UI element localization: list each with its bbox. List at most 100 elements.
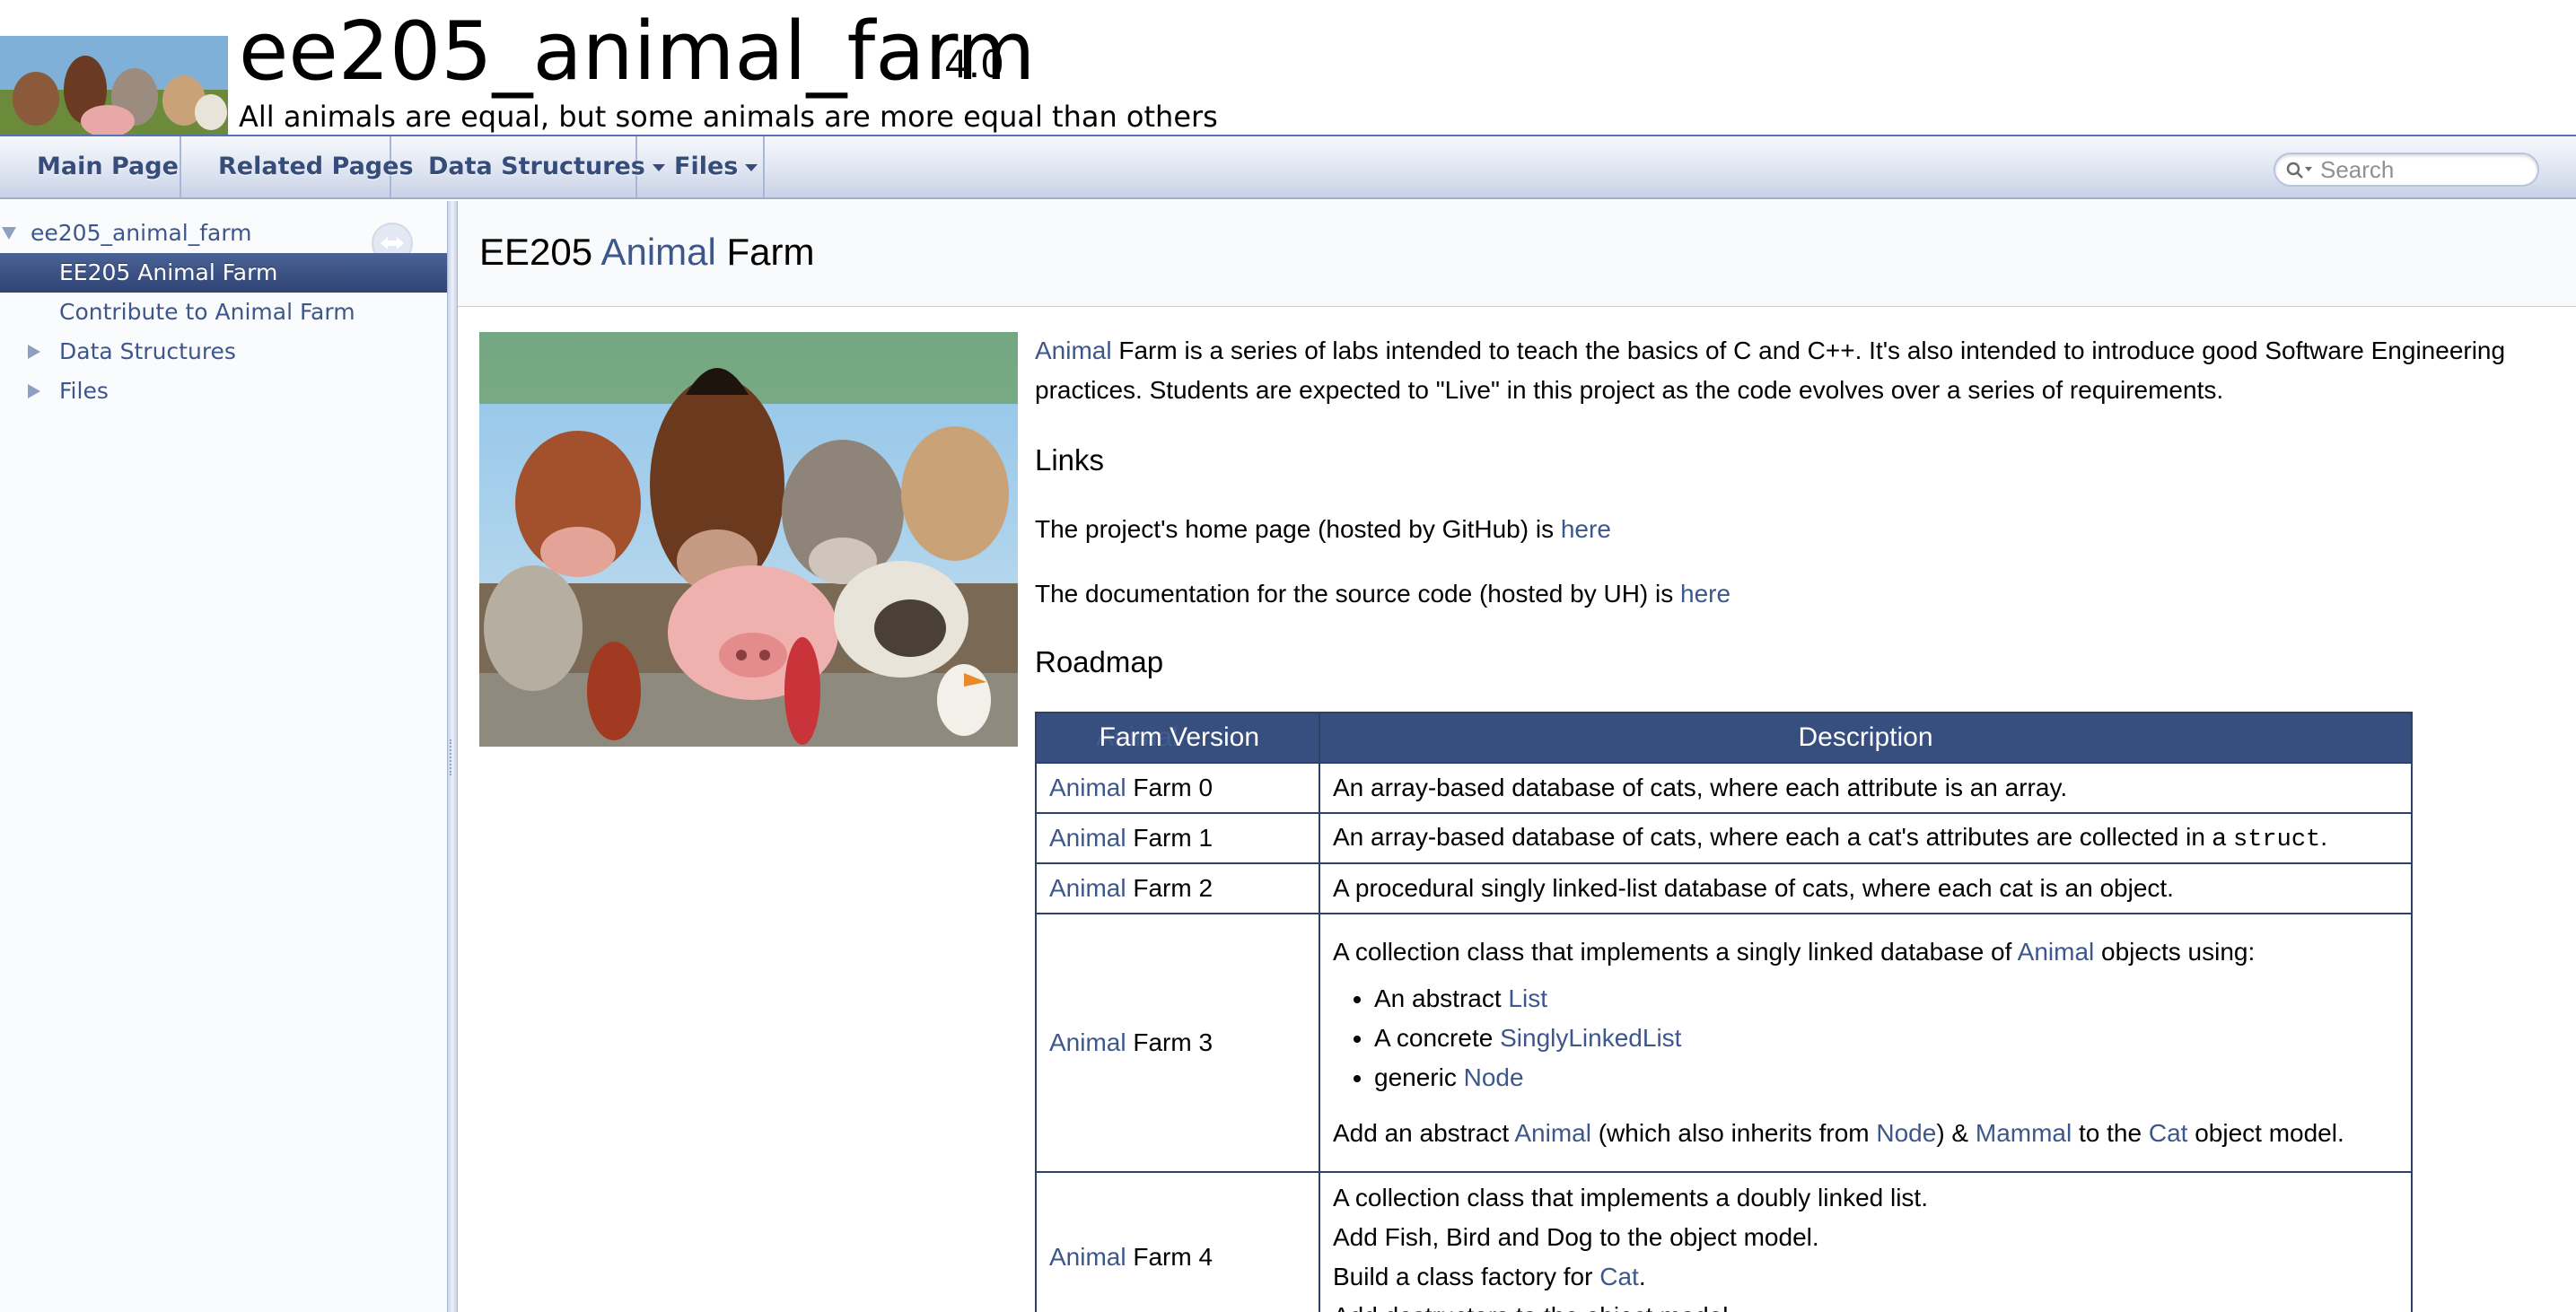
home-page-text: The project's home page (hosted by GitHu… (1035, 515, 1561, 543)
expand-arrow-icon[interactable] (28, 345, 40, 359)
tree-item-files[interactable]: Files (0, 372, 447, 411)
links-heading: Links (1035, 443, 1105, 477)
navigation-tree: ee205_animal_farm EE205 Animal Farm Cont… (0, 201, 447, 1312)
description-text: ) & (1936, 1119, 1976, 1147)
animal-link[interactable]: Animal (1049, 874, 1126, 902)
description-line: A collection class that implements a dou… (1333, 1184, 1928, 1211)
description-cell: A procedural singly linked-list database… (1319, 862, 2413, 914)
version-cell: Animal Farm 0 (1035, 762, 1320, 814)
version-cell: Animal Farm 1 (1035, 812, 1320, 864)
animal-link[interactable]: Animal (1049, 824, 1126, 852)
project-name: ee205_animal_farm (239, 4, 1036, 99)
tree-item-label: Data Structures (59, 338, 236, 364)
project-number: 4.0 (944, 42, 1004, 86)
version-text: Farm 0 (1126, 774, 1214, 801)
nav-main-page-label: Main Page (37, 153, 179, 180)
search-input[interactable] (2320, 156, 2527, 183)
search-box (2274, 153, 2539, 187)
project-logo (0, 36, 228, 135)
search-icon[interactable] (2286, 162, 2315, 179)
description-text: . (1638, 1263, 1646, 1290)
docs-paragraph: The documentation for the source code (h… (1035, 574, 1730, 614)
home-page-link[interactable]: here (1561, 515, 1611, 543)
description-line: Add Fish, Bird and Dog to the object mod… (1333, 1223, 1819, 1251)
description-text: (which also inherits from (1590, 1119, 1877, 1147)
version-cell: Animal Farm 4 (1035, 1171, 1320, 1312)
version-cell: Animal Farm 3 (1035, 913, 1320, 1173)
mammal-link[interactable]: Mammal (1976, 1119, 2072, 1147)
intro-line-1: Animal Farm is a series of labs intended… (1035, 331, 2505, 371)
tree-item-root-label: ee205_animal_farm (31, 220, 252, 246)
page-header: EE205 Animal Farm (458, 201, 2576, 307)
description-text: Add an abstract (1333, 1119, 1515, 1147)
bullet-list: An abstract List A concrete SinglyLinked… (1374, 979, 2398, 1098)
singly-linked-list-link[interactable]: SinglyLinkedList (1500, 1024, 1681, 1052)
animal-link[interactable]: Animal (1049, 1243, 1126, 1271)
cat-link[interactable]: Cat (2149, 1119, 2188, 1147)
table-row: Animal Farm 0 An array-based database of… (1035, 762, 2413, 814)
column-header-description: Description (1319, 712, 2413, 764)
animal-link[interactable]: Animal (1514, 1119, 1591, 1147)
tree-item-root[interactable]: ee205_animal_farm (0, 214, 447, 264)
description-cell: A collection class that implements a sin… (1319, 913, 2413, 1173)
table-row: Animal Farm 4 A collection class that im… (1035, 1171, 2413, 1312)
expand-arrow-icon[interactable] (28, 384, 40, 398)
intro-text: Farm is a series of labs intended to tea… (1111, 337, 2506, 364)
resize-grip (450, 739, 455, 775)
node-link[interactable]: Node (1876, 1119, 1936, 1147)
list-item: A concrete SinglyLinkedList (1374, 1019, 2398, 1058)
animal-link[interactable]: Animal (1049, 774, 1126, 801)
nav-data-structures[interactable]: Data Structures (391, 136, 665, 197)
bullet-text: An abstract (1374, 984, 1509, 1012)
description-text: to the (2072, 1119, 2149, 1147)
tree-item-contribute[interactable]: Contribute to Animal Farm (0, 293, 447, 332)
chevron-down-icon (745, 163, 758, 171)
description-intro: A collection class that implements a sin… (1333, 932, 2398, 972)
animal-link[interactable]: Animal (600, 231, 715, 273)
nav-related-pages[interactable]: Related Pages (181, 136, 414, 197)
list-class-link[interactable]: List (1508, 984, 1547, 1012)
title-text: EE205 (479, 231, 601, 273)
description-text: . (2320, 822, 2328, 851)
sidebar-resize-handle[interactable] (447, 201, 458, 1312)
main-nav-bar: Main Page Related Pages Data Structures … (0, 136, 2576, 199)
version-text: Farm 4 (1126, 1243, 1214, 1271)
roadmap-table: AnimalFarm Version Description Animal Fa… (1035, 712, 2413, 1312)
description-line: Add destructors to the object model. (1333, 1297, 2398, 1312)
table-row: Animal Farm 2 A procedural singly linked… (1035, 862, 2413, 914)
animal-link[interactable]: Animal (1049, 1028, 1126, 1056)
description-cell: An array-based database of cats, where e… (1319, 812, 2413, 864)
cat-link[interactable]: Cat (1599, 1263, 1639, 1290)
page-title: EE205 Animal Farm (479, 229, 815, 276)
description-text: Build a class factory for (1333, 1263, 1600, 1290)
expand-arrow-icon[interactable] (2, 227, 16, 240)
column-header-version: AnimalFarm Version (1035, 712, 1320, 764)
home-page-paragraph: The project's home page (hosted by GitHu… (1035, 510, 1611, 549)
docs-link[interactable]: here (1680, 580, 1730, 608)
nav-data-structures-label: Data Structures (428, 153, 645, 180)
nav-files[interactable]: Files (637, 136, 765, 197)
tree-item-ee205-animal-farm[interactable]: EE205 Animal Farm (0, 253, 447, 293)
description-cell: An array-based database of cats, where e… (1319, 762, 2413, 814)
header-label: Farm Version (1099, 722, 1260, 752)
title-text: Farm (715, 231, 815, 273)
bullet-text: generic (1374, 1063, 1464, 1091)
version-text: Farm 2 (1126, 874, 1214, 902)
table-row: Animal Farm 3 A collection class that im… (1035, 913, 2413, 1173)
table-row: Animal Farm 1 An array-based database of… (1035, 812, 2413, 864)
animal-link[interactable]: Animal (2018, 938, 2095, 966)
animal-link[interactable]: Animal (1035, 337, 1112, 364)
tree-item-data-structures[interactable]: Data Structures (0, 332, 447, 372)
tree-item-label: EE205 Animal Farm (59, 259, 278, 285)
docs-text: The documentation for the source code (h… (1035, 580, 1681, 608)
list-item: An abstract List (1374, 979, 2398, 1019)
nav-main-page[interactable]: Main Page (0, 136, 181, 197)
description-line: Build a class factory for Cat. (1333, 1257, 2398, 1297)
description-cell: A collection class that implements a dou… (1319, 1171, 2413, 1312)
table-header-row: AnimalFarm Version Description (1035, 712, 2413, 764)
roadmap-heading: Roadmap (1035, 645, 1164, 678)
bullet-text: A concrete (1374, 1024, 1501, 1052)
node-link[interactable]: Node (1464, 1063, 1524, 1091)
project-brief: All animals are equal, but some animals … (239, 100, 1218, 134)
description-text: objects using: (2094, 938, 2256, 966)
